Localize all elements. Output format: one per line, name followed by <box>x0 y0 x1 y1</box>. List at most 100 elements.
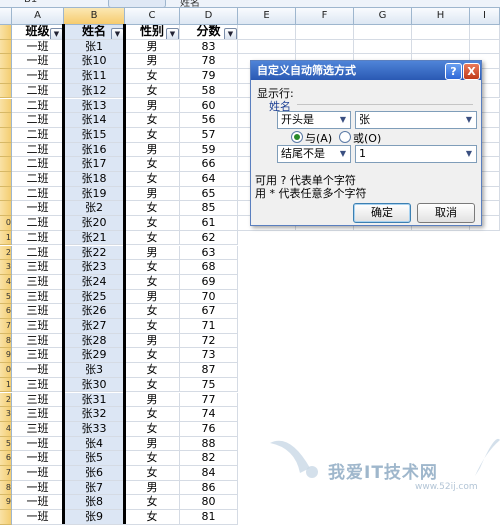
table-cell[interactable] <box>238 39 296 55</box>
table-cell[interactable]: 二班 <box>12 98 64 114</box>
table-cell[interactable]: 张27 <box>64 319 125 334</box>
row-header[interactable] <box>0 172 12 187</box>
table-cell[interactable]: 张33 <box>64 421 125 437</box>
table-cell[interactable]: 男 <box>125 333 180 349</box>
row-header[interactable]: 8 <box>0 333 12 349</box>
table-cell[interactable]: 女 <box>125 421 180 437</box>
table-cell[interactable]: 女 <box>125 348 180 364</box>
table-cell[interactable]: 二班 <box>12 113 64 128</box>
row-header[interactable]: 1 <box>0 377 12 393</box>
table-cell[interactable]: 65 <box>180 186 238 202</box>
table-cell[interactable]: 张30 <box>64 377 125 393</box>
table-cell[interactable]: 男 <box>125 436 180 452</box>
row-header[interactable] <box>0 142 12 158</box>
table-cell[interactable]: 一班 <box>12 54 64 70</box>
table-cell[interactable] <box>470 39 500 55</box>
table-cell[interactable]: 女 <box>125 407 180 422</box>
table-cell[interactable] <box>296 39 354 55</box>
table-cell[interactable]: 74 <box>180 407 238 422</box>
table-cell[interactable]: 张26 <box>64 304 125 319</box>
table-cell[interactable]: 女 <box>125 274 180 290</box>
table-cell[interactable]: 73 <box>180 348 238 364</box>
table-cell[interactable]: 70 <box>180 289 238 305</box>
row-header[interactable] <box>0 54 12 70</box>
table-cell[interactable]: 女 <box>125 260 180 275</box>
table-cell[interactable]: 三班 <box>12 407 64 422</box>
table-cell[interactable]: 张29 <box>64 348 125 364</box>
table-cell[interactable]: 张15 <box>64 127 125 143</box>
table-cell[interactable]: 张32 <box>64 407 125 422</box>
table-cell[interactable]: 58 <box>180 83 238 99</box>
table-cell[interactable]: 二班 <box>12 216 64 231</box>
filter-dropdown-button[interactable]: ▼ <box>224 28 237 39</box>
table-cell[interactable]: 张18 <box>64 172 125 187</box>
row-header[interactable]: 9 <box>0 348 12 364</box>
or-radio[interactable] <box>339 131 351 143</box>
table-cell[interactable]: 男 <box>125 186 180 202</box>
table-cell[interactable]: 64 <box>180 172 238 187</box>
table-cell[interactable]: 张9 <box>64 510 125 525</box>
row-header[interactable] <box>0 39 12 55</box>
table-cell[interactable]: 一班 <box>12 201 64 217</box>
table-cell[interactable]: 86 <box>180 480 238 496</box>
filter-dropdown-button[interactable]: ▼ <box>166 28 179 39</box>
table-cell[interactable]: 二班 <box>12 245 64 261</box>
table-cell[interactable]: 张3 <box>64 363 125 378</box>
table-cell[interactable]: 张25 <box>64 289 125 305</box>
table-cell[interactable]: 三班 <box>12 289 64 305</box>
table-cell[interactable]: 一班 <box>12 39 64 55</box>
table-cell[interactable]: 63 <box>180 245 238 261</box>
table-cell[interactable]: 82 <box>180 451 238 466</box>
row-header[interactable] <box>0 69 12 84</box>
column-header-g[interactable]: G <box>354 8 412 25</box>
table-cell[interactable] <box>296 25 354 40</box>
row-header[interactable]: 3 <box>0 407 12 422</box>
table-cell[interactable]: 三班 <box>12 348 64 364</box>
column-header-f[interactable]: F <box>296 8 354 25</box>
header-cell[interactable]: 姓名 ▼ <box>64 25 125 40</box>
table-cell[interactable]: 三班 <box>12 333 64 349</box>
row-header[interactable]: 8 <box>0 480 12 496</box>
row-header[interactable] <box>0 157 12 172</box>
row-header[interactable] <box>0 186 12 202</box>
table-cell[interactable]: 84 <box>180 466 238 481</box>
table-cell[interactable]: 张28 <box>64 333 125 349</box>
table-cell[interactable]: 61 <box>180 216 238 231</box>
name-box[interactable]: B1 <box>24 0 37 5</box>
table-cell[interactable]: 88 <box>180 436 238 452</box>
table-cell[interactable]: 三班 <box>12 319 64 334</box>
table-cell[interactable]: 张5 <box>64 451 125 466</box>
table-cell[interactable]: 女 <box>125 83 180 99</box>
table-cell[interactable]: 女 <box>125 172 180 187</box>
table-cell[interactable]: 张31 <box>64 392 125 408</box>
table-cell[interactable]: 一班 <box>12 363 64 378</box>
table-cell[interactable]: 67 <box>180 304 238 319</box>
table-cell[interactable]: 三班 <box>12 274 64 290</box>
table-cell[interactable]: 二班 <box>12 83 64 99</box>
table-cell[interactable]: 张24 <box>64 274 125 290</box>
table-cell[interactable]: 张21 <box>64 230 125 246</box>
table-cell[interactable]: 二班 <box>12 172 64 187</box>
table-cell[interactable]: 女 <box>125 127 180 143</box>
table-cell[interactable]: 张23 <box>64 260 125 275</box>
table-cell[interactable]: 76 <box>180 421 238 437</box>
condition1-value-select[interactable]: 张 ▼ <box>355 111 477 129</box>
row-header[interactable]: 7 <box>0 319 12 334</box>
row-header[interactable]: 0 <box>0 363 12 378</box>
table-cell[interactable]: 女 <box>125 451 180 466</box>
table-cell[interactable]: 男 <box>125 245 180 261</box>
table-cell[interactable]: 69 <box>180 274 238 290</box>
table-cell[interactable]: 张19 <box>64 186 125 202</box>
row-header[interactable]: 1 <box>0 230 12 246</box>
table-cell[interactable]: 75 <box>180 377 238 393</box>
row-header[interactable]: 5 <box>0 289 12 305</box>
table-cell[interactable]: 59 <box>180 142 238 158</box>
table-cell[interactable]: 一班 <box>12 451 64 466</box>
cancel-button[interactable]: 取消 <box>417 203 475 223</box>
table-cell[interactable]: 一班 <box>12 69 64 84</box>
table-cell[interactable]: 三班 <box>12 260 64 275</box>
row-header[interactable] <box>0 201 12 217</box>
ok-button[interactable]: 确定 <box>353 203 411 223</box>
table-cell[interactable]: 男 <box>125 480 180 496</box>
table-cell[interactable]: 女 <box>125 377 180 393</box>
